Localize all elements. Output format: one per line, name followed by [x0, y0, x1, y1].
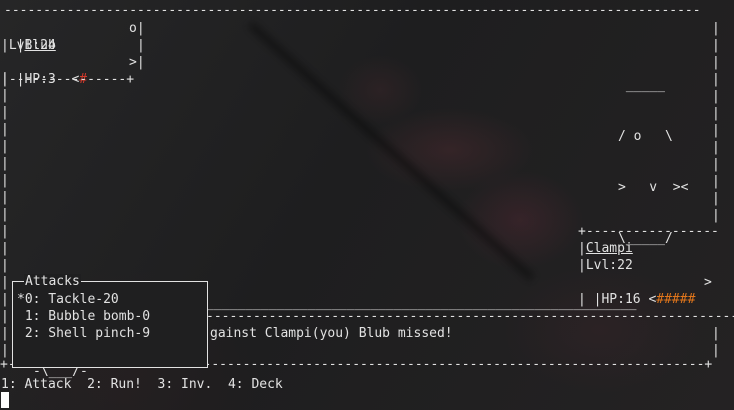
enemy-hp-bar-close: >| [129, 55, 145, 70]
enemy-box-bottom: |---------------+ [1, 72, 135, 87]
enemy-sprite-line: > v >< [618, 180, 689, 195]
command-menu[interactable]: 1: Attack 2: Run! 3: Inv. 4: Deck [1, 376, 283, 393]
log-message: gainst Clampi(you) Blub missed! [210, 326, 453, 341]
attack-option-bubble-bomb[interactable]: 1: Bubble bomb-0 [17, 308, 150, 325]
attack-option-shell-pinch[interactable]: 2: Shell pinch-9 [17, 325, 150, 342]
log-right-edge-2: | [712, 343, 720, 358]
enemy-flag: o| [129, 21, 145, 36]
log-mid-border: ----------------------------------------… [206, 309, 734, 324]
text-cursor [1, 392, 9, 408]
frame-left-edge: | | | | | | | | | | | | | | | | | [1, 71, 9, 358]
enemy-level: |Lvl:24 [1, 38, 56, 53]
player-level: |Lvl:22 [578, 258, 633, 273]
enemy-box-edge: | [137, 38, 145, 53]
enemy-sprite-line: _____ [618, 78, 665, 93]
log-right-edge: | [712, 326, 720, 341]
player-hp-bar-fill: ##### [656, 292, 696, 307]
attack-option-tackle[interactable]: *0: Tackle-20 [17, 291, 119, 308]
player-name: Clampi [585, 241, 633, 256]
frame-top-border: ----------------------------------------… [4, 3, 701, 18]
player-hp-bar-close: > [704, 275, 712, 290]
player-name-row: |Clampi [578, 241, 633, 256]
attacks-title: Attacks [24, 274, 81, 289]
player-box-top: +----------------- [578, 224, 719, 239]
frame-right-edge: | | | | | | | | | | | | [712, 21, 720, 223]
enemy-sprite-line: / o \ [618, 129, 673, 144]
